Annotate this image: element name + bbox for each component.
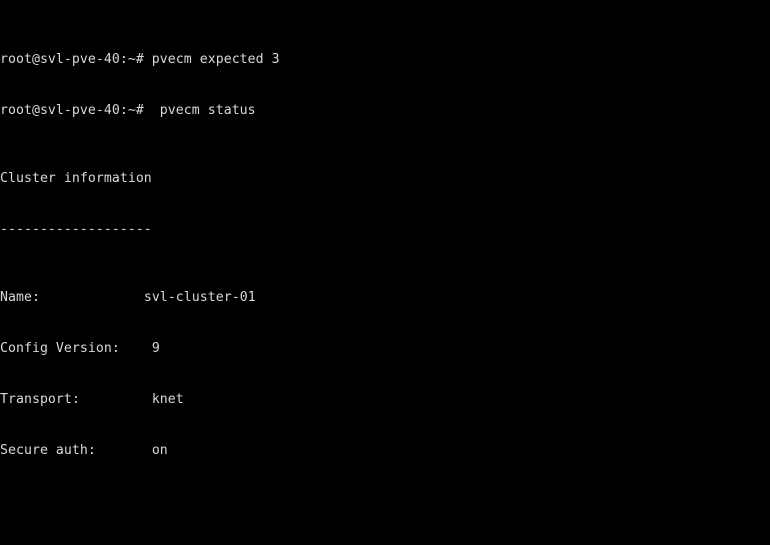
prompt-line-expected: root@svl-pve-40:~# pvecm expected 3 bbox=[0, 52, 280, 67]
cluster-row-config-version-value: 9 bbox=[151, 341, 160, 356]
pad bbox=[120, 341, 152, 356]
cluster-row-secure-auth-value: on bbox=[151, 443, 168, 458]
cluster-row-secure-auth: Secure auth: on bbox=[0, 442, 770, 459]
cluster-row-name-value: svl-cluster-01 bbox=[143, 290, 256, 305]
cluster-row-name-label: Name: bbox=[0, 290, 40, 305]
cluster-row-transport: Transport: knet bbox=[0, 391, 770, 408]
cluster-row-config-version-label: Config Version: bbox=[0, 341, 120, 356]
pad bbox=[96, 443, 152, 458]
cluster-row-secure-auth-label: Secure auth: bbox=[0, 443, 96, 458]
pad bbox=[40, 290, 144, 305]
cluster-row-transport-value: knet bbox=[151, 392, 184, 407]
terminal-output[interactable]: root@svl-pve-40:~# pvecm expected 3 root… bbox=[0, 0, 770, 545]
prompt-line-status: root@svl-pve-40:~# pvecm status bbox=[0, 103, 256, 118]
cluster-row-name: Name: svl-cluster-01 bbox=[0, 289, 770, 306]
pad bbox=[80, 392, 152, 407]
cluster-row-transport-label: Transport: bbox=[0, 392, 80, 407]
cluster-information-rule: ------------------- bbox=[0, 222, 152, 237]
cluster-information-heading: Cluster information bbox=[0, 171, 152, 186]
cluster-row-config-version: Config Version: 9 bbox=[0, 340, 770, 357]
